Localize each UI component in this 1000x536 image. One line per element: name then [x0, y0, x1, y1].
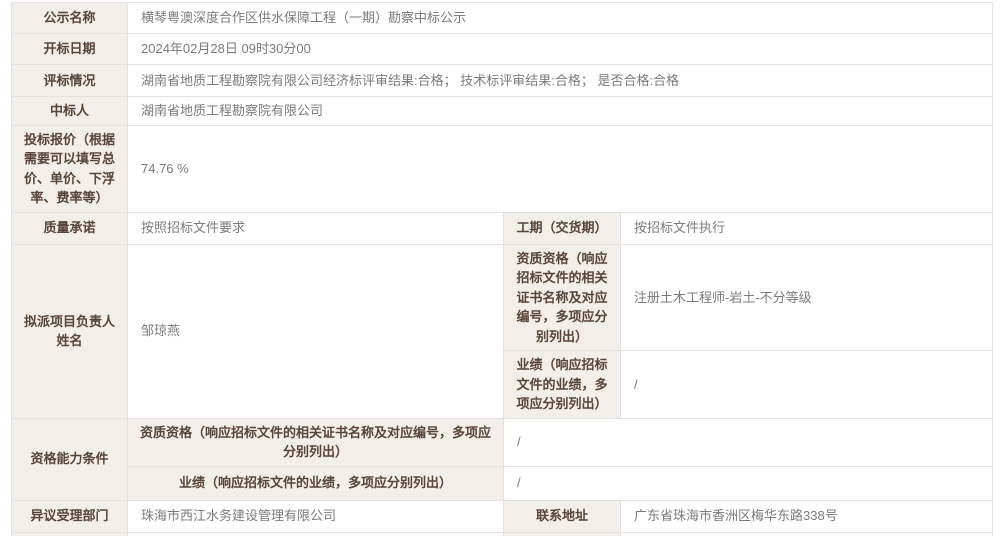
- bid-award-notice-page: 公示名称 横琴粤澳深度合作区供水保障工程（一期）勘察中标公示 开标日期 2024…: [0, 0, 1000, 536]
- manager-qualification-value: 注册土木工程师-岩土-不分等级: [621, 244, 993, 351]
- manager-qualification-label: 资质资格（响应招标文件的相关证书名称及对应编号，多项应分别列出）: [504, 244, 621, 351]
- table-row: 公示名称 横琴粤澳深度合作区供水保障工程（一期）勘察中标公示: [12, 3, 993, 34]
- objection-dept-value: 珠海市西江水务建设管理有限公司: [128, 500, 504, 532]
- objection-dept-label: 异议受理部门: [12, 500, 128, 532]
- table-row: 拟派项目负责人姓名 邹琼燕 资质资格（响应招标文件的相关证书名称及对应编号，多项…: [12, 244, 993, 351]
- bid-award-notice-table: 公示名称 横琴粤澳深度合作区供水保障工程（一期）勘察中标公示 开标日期 2024…: [11, 2, 993, 536]
- table-row: 中标人 湖南省地质工程勘察院有限公司: [12, 97, 993, 126]
- quality-value: 按照招标文件要求: [128, 212, 504, 244]
- objection-contact-value: 江诗雨、李锐汪琳: [128, 532, 504, 536]
- notice-name-value: 横琴粤澳深度合作区供水保障工程（一期）勘察中标公示: [128, 3, 993, 34]
- table-row: 异议受理部门 珠海市西江水务建设管理有限公司 联系地址 广东省珠海市香洲区梅华东…: [12, 500, 993, 532]
- contact-address-value: 广东省珠海市香洲区梅华东路338号: [621, 500, 993, 532]
- capability-qualification-value: /: [504, 418, 993, 466]
- table-row: 质量承诺 按照招标文件要求 工期（交货期） 按招标文件执行: [12, 212, 993, 244]
- contact-phone1-value: 13543854322: [621, 532, 993, 536]
- winner-label: 中标人: [12, 97, 128, 126]
- capability-performance-label: 业绩（响应招标文件的业绩，多项应分别列出）: [128, 466, 504, 500]
- capability-performance-value: /: [504, 466, 993, 500]
- table-row: 资格能力条件 资质资格（响应招标文件的相关证书名称及对应编号，多项应分别列出） …: [12, 418, 993, 466]
- objection-contact-label: 异议受理部门联系人: [12, 532, 128, 536]
- winner-value: 湖南省地质工程勘察院有限公司: [128, 97, 993, 126]
- capability-label: 资格能力条件: [12, 418, 128, 500]
- contact-address-label: 联系地址: [504, 500, 621, 532]
- evaluation-label: 评标情况: [12, 65, 128, 97]
- notice-name-label: 公示名称: [12, 3, 128, 34]
- manager-performance-value: /: [621, 351, 993, 419]
- open-date-label: 开标日期: [12, 34, 128, 65]
- table-row: 异议受理部门联系人 江诗雨、李锐汪琳 联系电话 13543854322: [12, 532, 993, 536]
- capability-qualification-label: 资质资格（响应招标文件的相关证书名称及对应编号，多项应分别列出）: [128, 418, 504, 466]
- table-row: 评标情况 湖南省地质工程勘察院有限公司经济标评审结果:合格； 技术标评审结果:合…: [12, 65, 993, 97]
- duration-value: 按招标文件执行: [621, 212, 993, 244]
- quality-label: 质量承诺: [12, 212, 128, 244]
- table-row: 开标日期 2024年02月28日 09时30分00: [12, 34, 993, 65]
- bid-price-value: 74.76 %: [128, 125, 993, 212]
- table-row: 业绩（响应招标文件的业绩，多项应分别列出） /: [12, 466, 993, 500]
- open-date-value: 2024年02月28日 09时30分00: [128, 34, 993, 65]
- manager-label: 拟派项目负责人姓名: [12, 244, 128, 418]
- evaluation-value: 湖南省地质工程勘察院有限公司经济标评审结果:合格； 技术标评审结果:合格； 是否…: [128, 65, 993, 97]
- bid-price-label: 投标报价（根据需要可以填写总价、单价、下浮率、费率等）: [12, 125, 128, 212]
- contact-phone1-label: 联系电话: [504, 532, 621, 536]
- duration-label: 工期（交货期）: [504, 212, 621, 244]
- manager-value: 邹琼燕: [128, 244, 504, 418]
- table-row: 投标报价（根据需要可以填写总价、单价、下浮率、费率等） 74.76 %: [12, 125, 993, 212]
- manager-performance-label: 业绩（响应招标文件的业绩，多项应分别列出）: [504, 351, 621, 419]
